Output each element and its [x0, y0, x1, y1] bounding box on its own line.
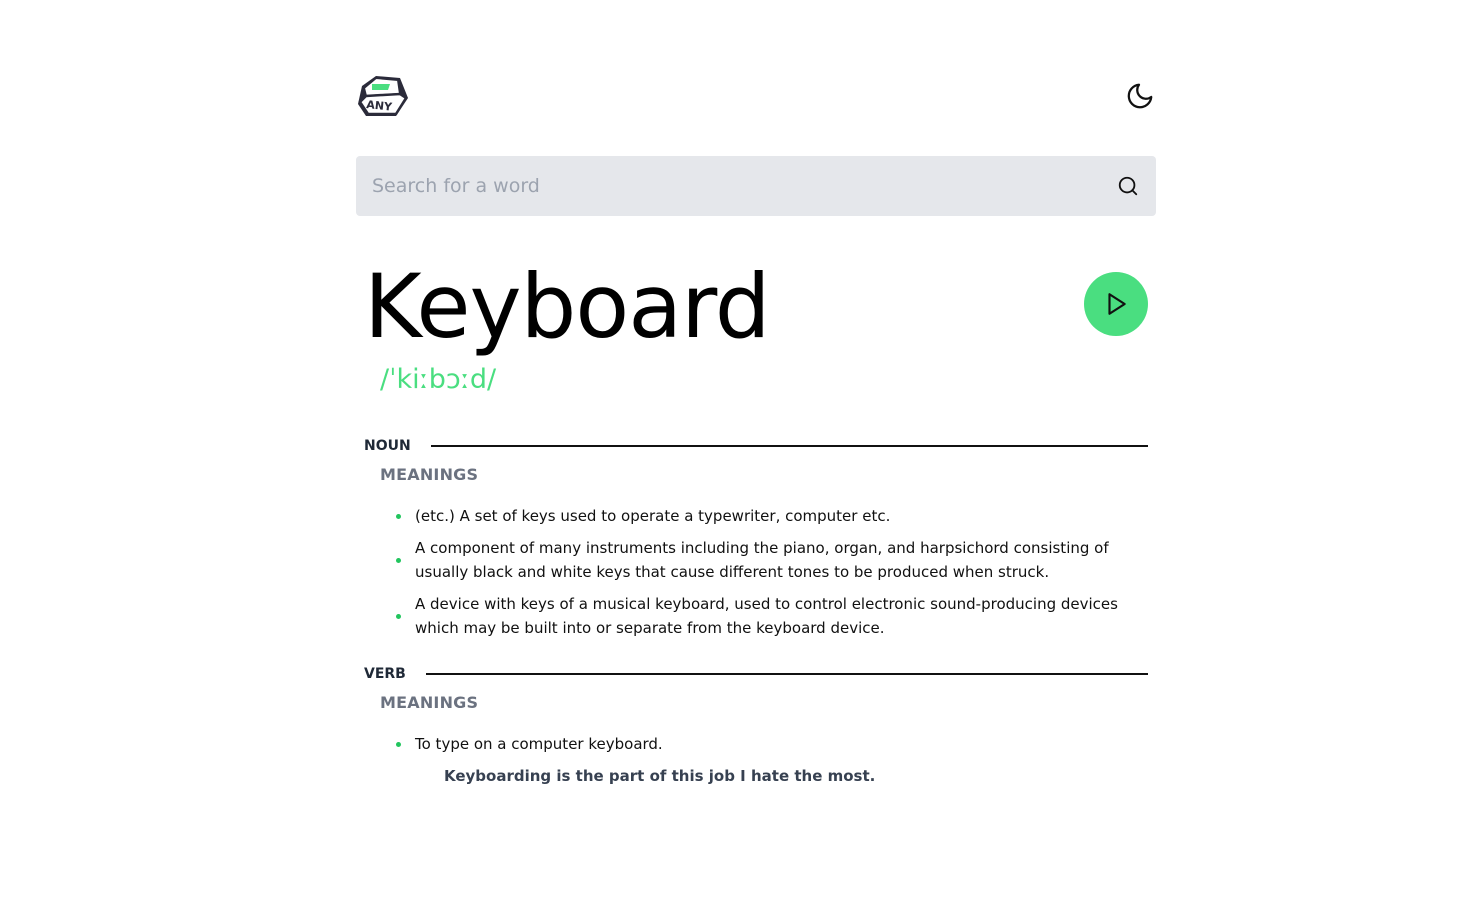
verb-heading: VERB	[364, 664, 1148, 684]
word-title: Keyboard	[364, 255, 771, 358]
search-bar	[356, 156, 1156, 216]
bullet-icon	[396, 741, 401, 747]
noun-heading: NOUN	[364, 436, 1148, 456]
play-audio-button[interactable]	[1084, 272, 1148, 336]
definition-text: A component of many instruments includin…	[415, 539, 1109, 581]
dictionary-page: ANY Keyboard /ˈkiːbɔːd/	[0, 0, 1466, 914]
definition-item: (etc.) A set of keys used to operate a t…	[396, 504, 1136, 528]
part-of-speech-label: NOUN	[364, 438, 411, 454]
logo[interactable]: ANY	[356, 72, 412, 120]
meanings-label: MEANINGS	[380, 465, 479, 484]
definition-item: A component of many instruments includin…	[396, 536, 1136, 584]
definition-item: A device with keys of a musical keyboard…	[396, 592, 1136, 640]
phonetic-text: /ˈkiːbɔːd/	[380, 364, 497, 395]
divider	[425, 673, 1148, 675]
moon-icon	[1127, 83, 1153, 109]
search-button[interactable]	[1116, 174, 1140, 198]
bullet-icon	[396, 613, 401, 619]
bullet-icon	[396, 557, 401, 563]
definition-text: A device with keys of a musical keyboard…	[415, 595, 1118, 637]
part-of-speech-label: VERB	[364, 666, 406, 682]
search-input[interactable]	[356, 156, 1096, 216]
keycap-logo-icon: ANY	[358, 76, 408, 116]
definition-text: (etc.) A set of keys used to operate a t…	[415, 507, 891, 525]
theme-toggle-button[interactable]	[1124, 80, 1156, 112]
logo-text: ANY	[366, 98, 394, 114]
divider	[430, 445, 1148, 447]
definition-text: To type on a computer keyboard.	[415, 735, 663, 753]
play-icon	[1108, 293, 1126, 315]
meanings-label: MEANINGS	[380, 693, 479, 712]
definition-item: To type on a computer keyboard.	[396, 732, 1136, 756]
search-icon	[1118, 176, 1138, 196]
bullet-icon	[396, 513, 401, 519]
header: ANY	[356, 72, 1156, 120]
example-text: Keyboarding is the part of this job I ha…	[444, 767, 876, 785]
